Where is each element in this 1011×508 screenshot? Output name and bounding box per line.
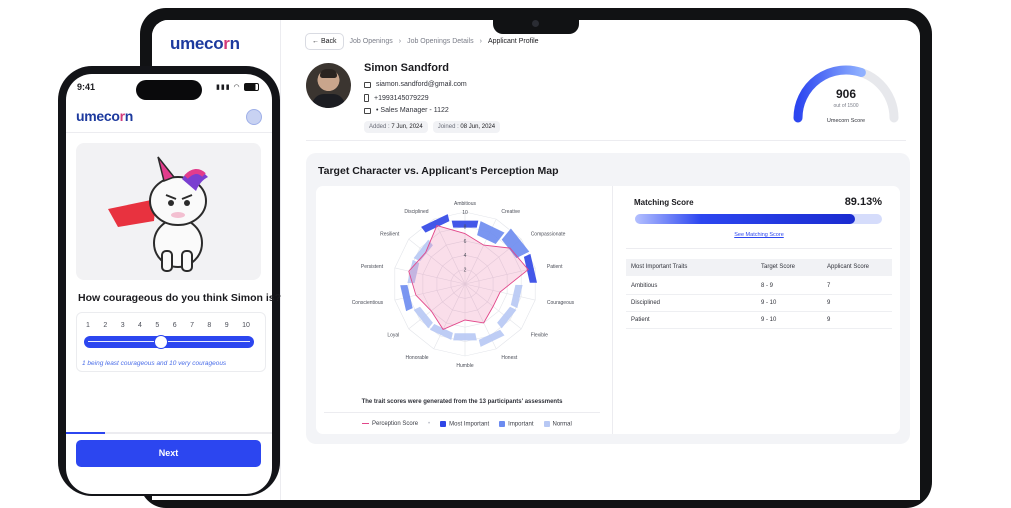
- email-row: siamon.sandford@gmail.com: [364, 81, 467, 88]
- legend-normal: Normal: [543, 421, 572, 428]
- target-band-flexible: [497, 306, 517, 329]
- chevron-right-icon: ›: [479, 38, 482, 45]
- wifi-icon: ◠: [233, 84, 241, 91]
- radar-label-ambitious: Ambitious: [454, 201, 476, 207]
- score-value: 906: [835, 87, 857, 101]
- radar-label-patient: Patient: [547, 264, 563, 270]
- status-icons: ▮▮▮ ◠: [216, 83, 259, 92]
- legend-dot: •: [428, 421, 431, 428]
- slider-track: [88, 341, 250, 342]
- joined-chip: Joined : 08 Jun, 2024: [432, 121, 501, 133]
- radar-label-honest: Honest: [501, 355, 517, 361]
- next-button[interactable]: Next: [76, 440, 261, 467]
- phone-icon: [364, 94, 369, 102]
- target-band-honest: [478, 329, 505, 347]
- map-footnote: The trait scores were generated from the…: [361, 399, 563, 405]
- slider-thumb[interactable]: [154, 335, 169, 349]
- avatar[interactable]: [246, 109, 262, 125]
- rating-slider[interactable]: [84, 335, 254, 349]
- header-trait: Most Important Traits: [631, 264, 688, 270]
- signal-icon: ▮▮▮: [216, 84, 231, 91]
- radar-tick-label: 10: [462, 210, 468, 216]
- breadcrumb-job-openings[interactable]: Job Openings: [350, 38, 393, 45]
- dynamic-island: [136, 80, 202, 100]
- radar-legend: Perception Score • Most Important Import…: [362, 421, 572, 428]
- radar-label-humble: Humble: [456, 363, 473, 369]
- radar-label-disciplined: Disciplined: [404, 209, 428, 215]
- map-title: Target Character vs. Applicant's Percept…: [318, 165, 559, 177]
- cape-icon: [108, 199, 156, 227]
- target-band-conscientious: [400, 285, 413, 312]
- radar-label-courageous: Courageous: [547, 300, 575, 306]
- camera-icon: [532, 20, 539, 27]
- radar-tick-label: 8: [464, 224, 467, 230]
- unicorn-mascot-icon: [108, 156, 208, 272]
- matching-value: 89.13%: [844, 196, 882, 208]
- back-button[interactable]: ← Back: [305, 33, 344, 50]
- status-time: 9:41: [77, 82, 96, 92]
- radar-tick-label: 6: [464, 239, 467, 245]
- radar-tick-label: 2: [464, 268, 467, 274]
- header-applicant: Applicant Score: [827, 264, 870, 270]
- breadcrumb: ← Back Job Openings › Job Openings Detai…: [305, 33, 539, 50]
- vertical-divider: [612, 186, 613, 434]
- table-row: Patient 9 - 10 9: [626, 312, 892, 329]
- radar-label-honorable: Honorable: [406, 355, 429, 361]
- radar-label-resilient: Resilient: [380, 232, 400, 238]
- matching-label: Matching Score: [634, 198, 694, 207]
- matching-progress-fill: [635, 214, 856, 224]
- divider: [324, 412, 600, 413]
- score-out-of: out of 1500: [833, 103, 859, 109]
- chevron-right-icon: ›: [398, 38, 402, 45]
- breadcrumb-applicant-profile: Applicant Profile: [487, 38, 539, 45]
- scale-hint: 1 being least courageous and 10 very cou…: [82, 360, 227, 367]
- breadcrumb-job-details[interactable]: Job Openings Details: [407, 38, 474, 45]
- question-text: How courageous do you think Simon is?: [78, 292, 282, 304]
- legend-important: Important: [499, 421, 534, 428]
- battery-icon: [243, 83, 259, 92]
- mail-icon: [364, 81, 371, 88]
- radar-label-creative: Creative: [501, 209, 520, 215]
- radar-label-conscientious: Conscientious: [352, 300, 384, 306]
- progress-track: [66, 432, 272, 434]
- radar-tick-label: 4: [464, 253, 467, 259]
- phone-brand-logo[interactable]: umecorn: [76, 108, 133, 124]
- arrow-left-icon: ←: [312, 38, 319, 45]
- radar-label-compassionate: Compassionate: [531, 232, 566, 238]
- score-label: Umecorn Score: [826, 118, 866, 124]
- applicant-name: Simon Sandford: [364, 62, 449, 74]
- date-chips: Added : 7 Jun, 2024 Joined : 08 Jun, 202…: [364, 121, 501, 133]
- table-row: Ambitious 8 - 9 7: [626, 278, 892, 295]
- divider: [626, 248, 892, 249]
- radar-label-loyal: Loyal: [387, 333, 399, 339]
- divider: [66, 132, 272, 133]
- brand-logo[interactable]: umecorn: [170, 34, 240, 54]
- progress-fill: [66, 432, 106, 434]
- legend-most-important: Most Important: [440, 421, 489, 428]
- see-matching-score-link[interactable]: See Matching Score: [720, 232, 798, 238]
- phone-screen: [66, 74, 272, 494]
- divider: [306, 140, 906, 141]
- traits-table-header: Most Important Traits Target Score Appli…: [626, 259, 892, 276]
- radar-chart: Ambitious Creative Compassionate Patient Cou…: [352, 201, 575, 369]
- avatar: [306, 63, 351, 108]
- legend-perception: Perception Score: [362, 421, 418, 427]
- table-row: Disciplined 9 - 10 9: [626, 295, 892, 312]
- radar-label-persistent: Persistent: [361, 264, 384, 270]
- radar-label-flexible: Flexible: [531, 333, 548, 339]
- briefcase-icon: [364, 107, 371, 114]
- phone-row: +1993145079229: [364, 94, 429, 102]
- target-band-humble: [453, 333, 477, 341]
- added-chip: Added : 7 Jun, 2024: [364, 121, 428, 133]
- matching-progress: [635, 214, 882, 224]
- header-target: Target Score: [761, 264, 796, 270]
- role-row: • Sales Manager - 1122: [364, 107, 449, 114]
- scale-ticks: 1 2 3 4 5 6 7 8 9 10: [86, 322, 250, 329]
